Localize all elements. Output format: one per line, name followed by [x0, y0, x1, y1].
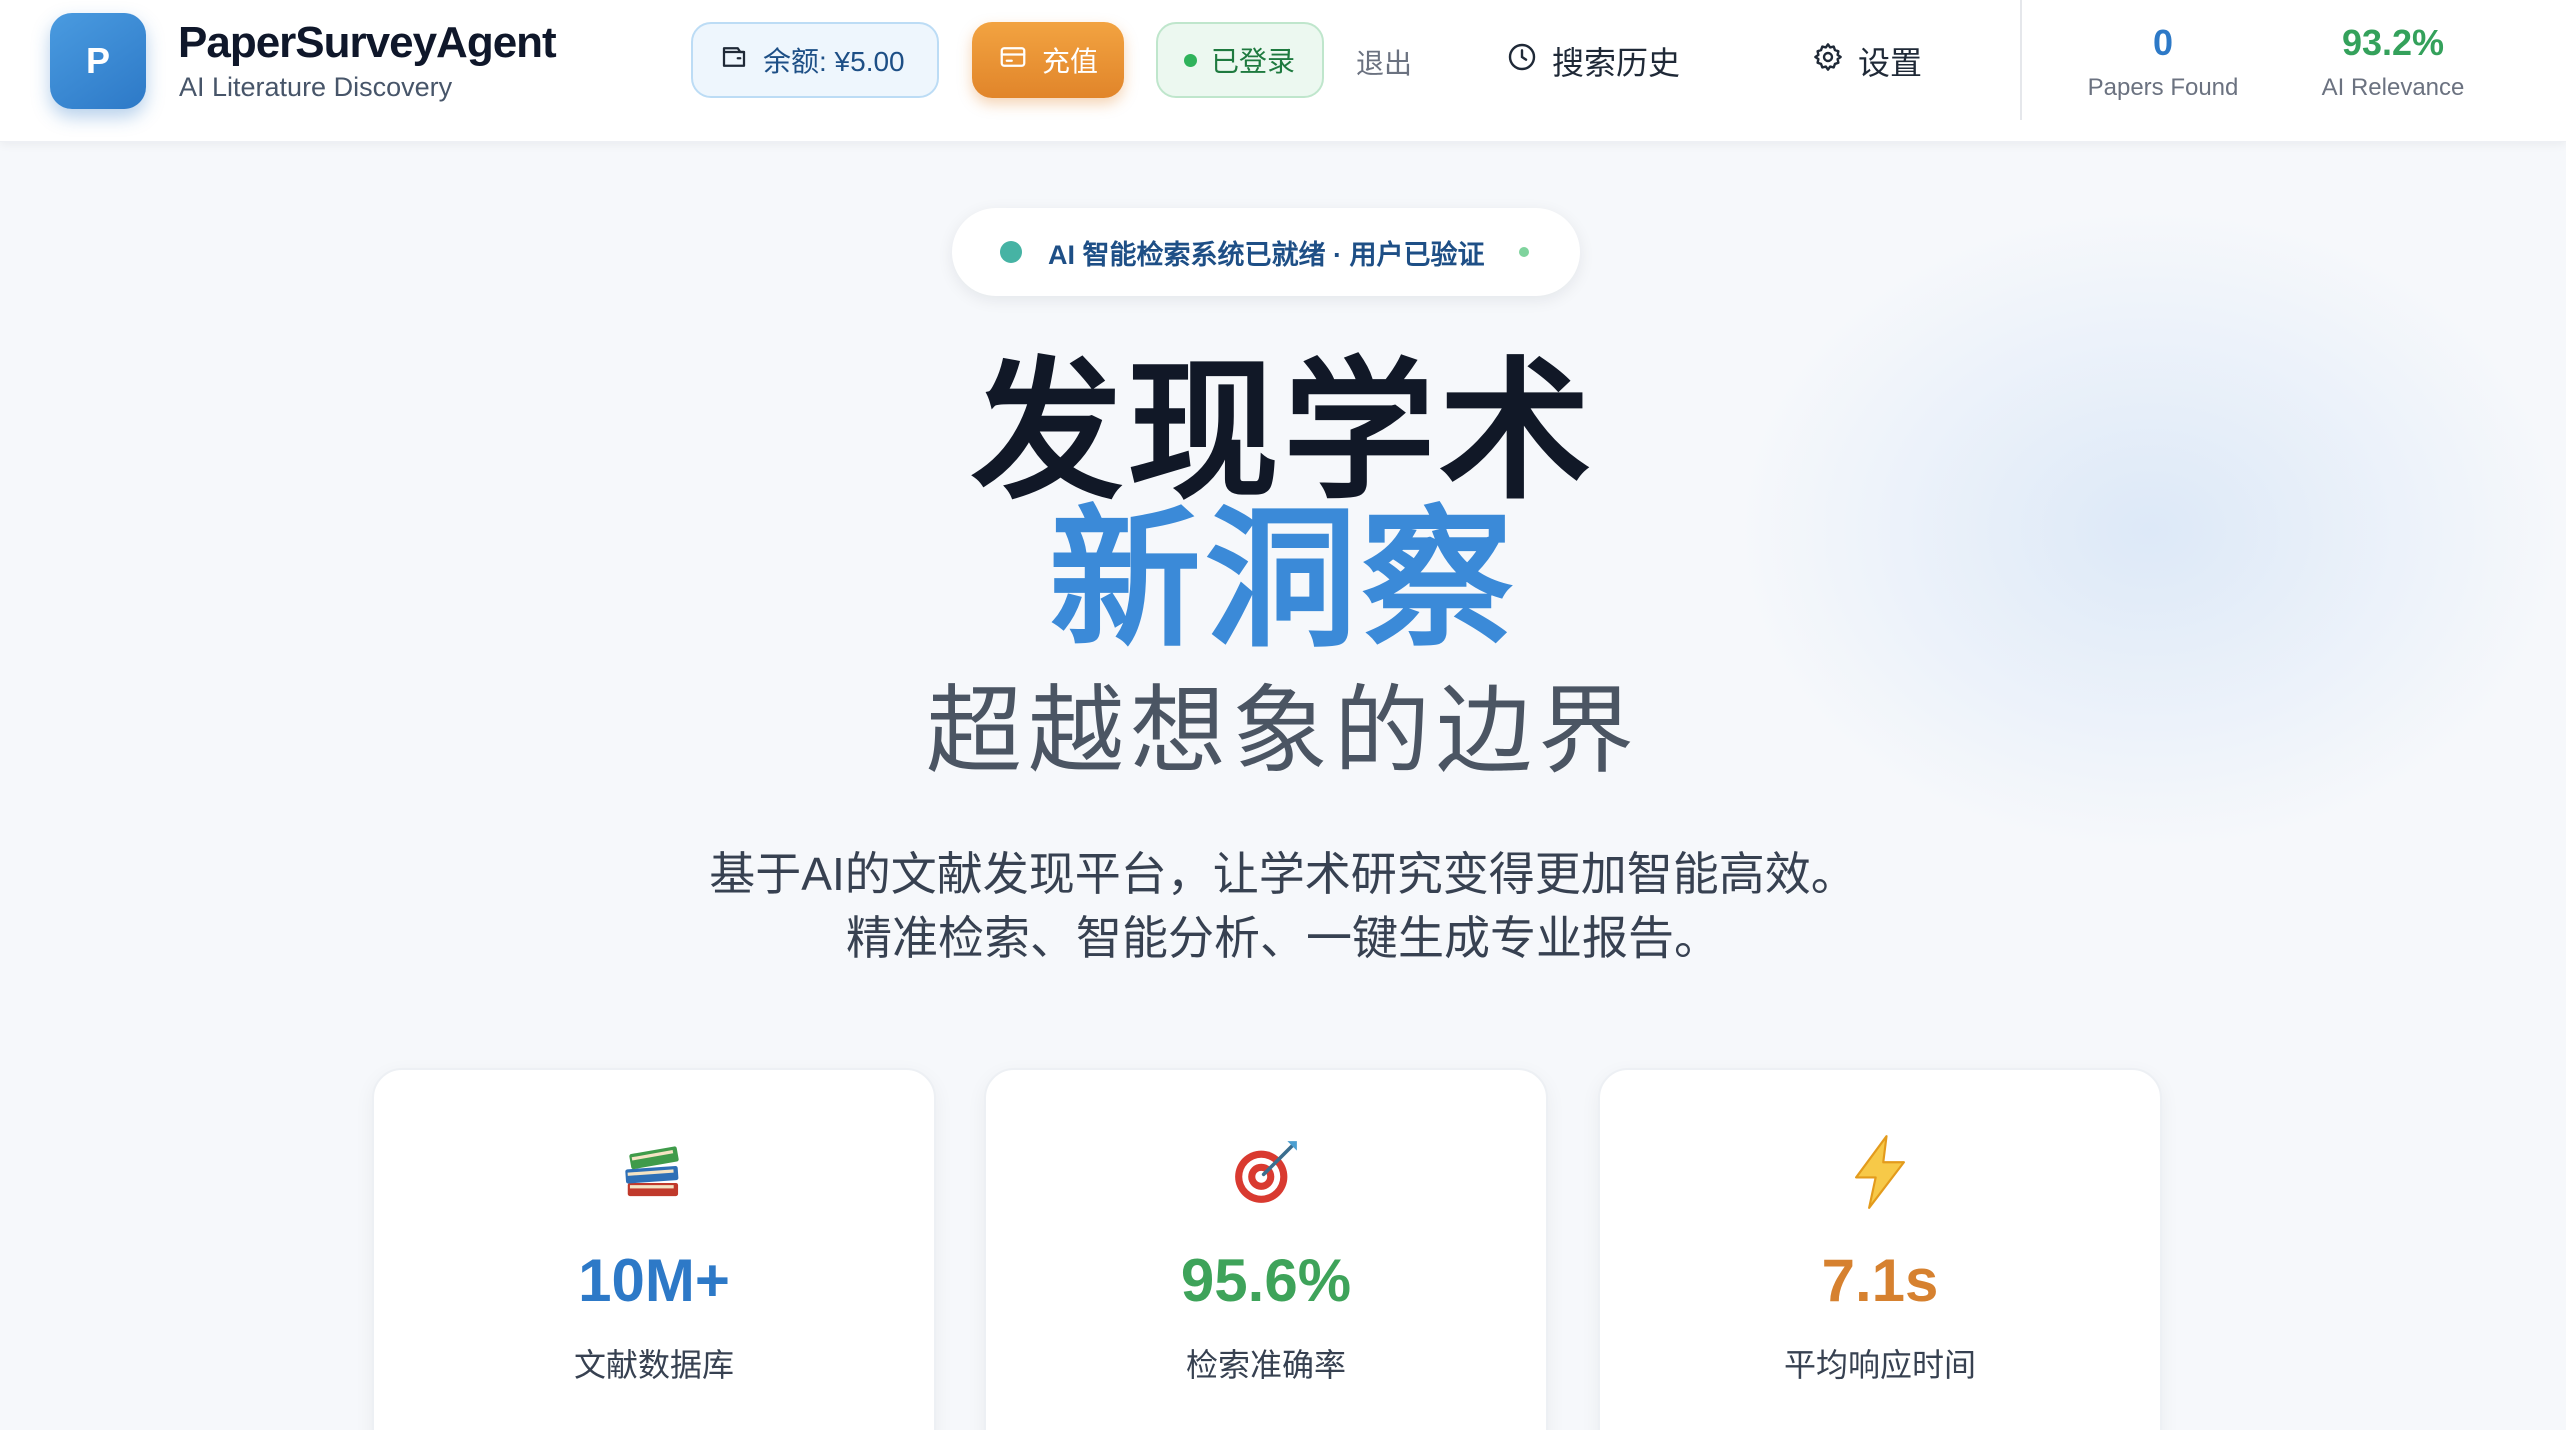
brand-title: PaperSurveyAgent — [178, 18, 557, 67]
books-icon — [374, 1132, 934, 1212]
top-header: P PaperSurveyAgent AI Literature Discove… — [0, 0, 2566, 142]
stat-card-response-time: 7.1s 平均响应时间 — [1598, 1068, 2162, 1430]
settings-button[interactable]: 设置 — [1812, 38, 1922, 84]
search-history-label: 搜索历史 — [1552, 45, 1681, 81]
papers-found-value: 0 — [2152, 22, 2174, 63]
papers-found-label: Papers Found — [2087, 74, 2239, 101]
recharge-button[interactable]: 充值 — [972, 22, 1124, 98]
ai-relevance-value: 93.2% — [2341, 22, 2445, 63]
balance-badge[interactable]: 余额: ¥5.00 — [691, 22, 939, 98]
system-status-text: AI 智能检索系统已就绪 · 用户已验证 — [1048, 239, 1485, 270]
status-indicator-icon — [1000, 241, 1022, 263]
online-dot-icon — [1184, 53, 1197, 67]
accuracy-value: 95.6% — [1180, 1247, 1352, 1314]
ai-relevance-stat: 93.2% AI Relevance — [2310, 22, 2476, 102]
gear-icon — [1812, 41, 1844, 81]
hero-title-line2: 新洞察 — [1049, 495, 1517, 665]
recharge-label: 充值 — [1042, 46, 1099, 77]
ai-relevance-label: AI Relevance — [2321, 74, 2465, 101]
balance-label: 余额: ¥5.00 — [763, 46, 905, 77]
app-logo[interactable]: P — [50, 13, 146, 109]
clock-icon — [1506, 41, 1538, 81]
login-status-badge: 已登录 — [1156, 22, 1324, 98]
papers-found-stat: 0 Papers Found — [2080, 22, 2246, 102]
system-status-badge: AI 智能检索系统已就绪 · 用户已验证 — [952, 208, 1580, 296]
database-count-value: 10M+ — [578, 1247, 730, 1314]
wallet-icon — [719, 42, 749, 79]
login-status-label: 已登录 — [1211, 46, 1296, 77]
hero-tagline: 超越想象的边界 — [926, 678, 1640, 785]
header-divider — [2020, 0, 2022, 120]
stat-card-accuracy: 95.6% 检索准确率 — [984, 1068, 1548, 1430]
logo-letter: P — [85, 40, 110, 81]
accuracy-label: 检索准确率 — [1185, 1347, 1346, 1383]
hero-description-line1: 基于AI的文献发现平台，让学术研究变得更加智能高效。 — [709, 848, 1857, 900]
response-time-label: 平均响应时间 — [1783, 1347, 1976, 1383]
hero-description: 基于AI的文献发现平台，让学术研究变得更加智能高效。 精准检索、智能分析、一键生… — [0, 842, 2566, 970]
search-history-button[interactable]: 搜索历史 — [1506, 38, 1680, 84]
database-count-label: 文献数据库 — [573, 1347, 734, 1383]
status-pulse-dot-icon — [1518, 247, 1529, 257]
hero-title-line1: 发现学术 — [971, 347, 1595, 517]
response-time-value: 7.1s — [1821, 1247, 1939, 1314]
stat-card-database: 10M+ 文献数据库 — [372, 1068, 936, 1430]
target-icon — [986, 1132, 1546, 1212]
lightning-icon — [1600, 1132, 2160, 1212]
credit-card-icon — [998, 42, 1028, 79]
brand-subtitle: AI Literature Discovery — [179, 72, 453, 102]
logout-link[interactable]: 退出 — [1356, 42, 1412, 82]
hero-description-line2: 精准检索、智能分析、一键生成专业报告。 — [846, 912, 1720, 964]
settings-label: 设置 — [1858, 45, 1923, 81]
